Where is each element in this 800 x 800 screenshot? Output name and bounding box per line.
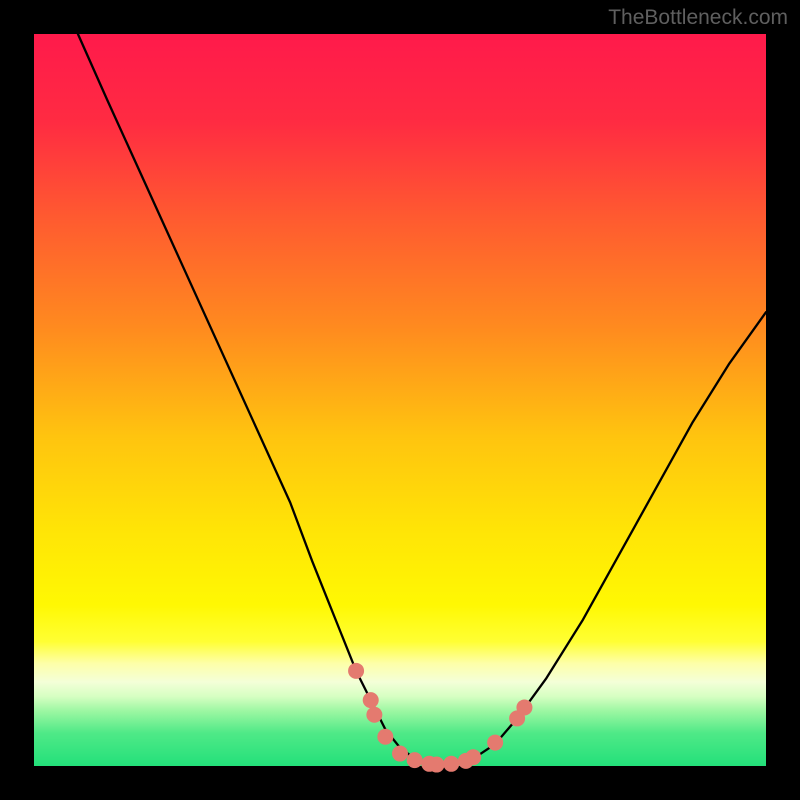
watermark-text: TheBottleneck.com	[608, 6, 788, 30]
curve-marker	[516, 699, 532, 715]
curve-marker	[407, 752, 423, 768]
plot-area	[34, 34, 766, 766]
curve-marker	[429, 757, 445, 773]
curve-marker	[366, 707, 382, 723]
curve-marker	[487, 735, 503, 751]
bottleneck-curve	[78, 34, 766, 766]
curve-marker	[377, 729, 393, 745]
curve-marker	[392, 746, 408, 762]
curve-layer	[34, 34, 766, 766]
curve-marker	[348, 663, 364, 679]
curve-marker	[465, 749, 481, 765]
chart-frame: TheBottleneck.com	[0, 0, 800, 800]
curve-marker	[443, 756, 459, 772]
curve-marker	[363, 692, 379, 708]
